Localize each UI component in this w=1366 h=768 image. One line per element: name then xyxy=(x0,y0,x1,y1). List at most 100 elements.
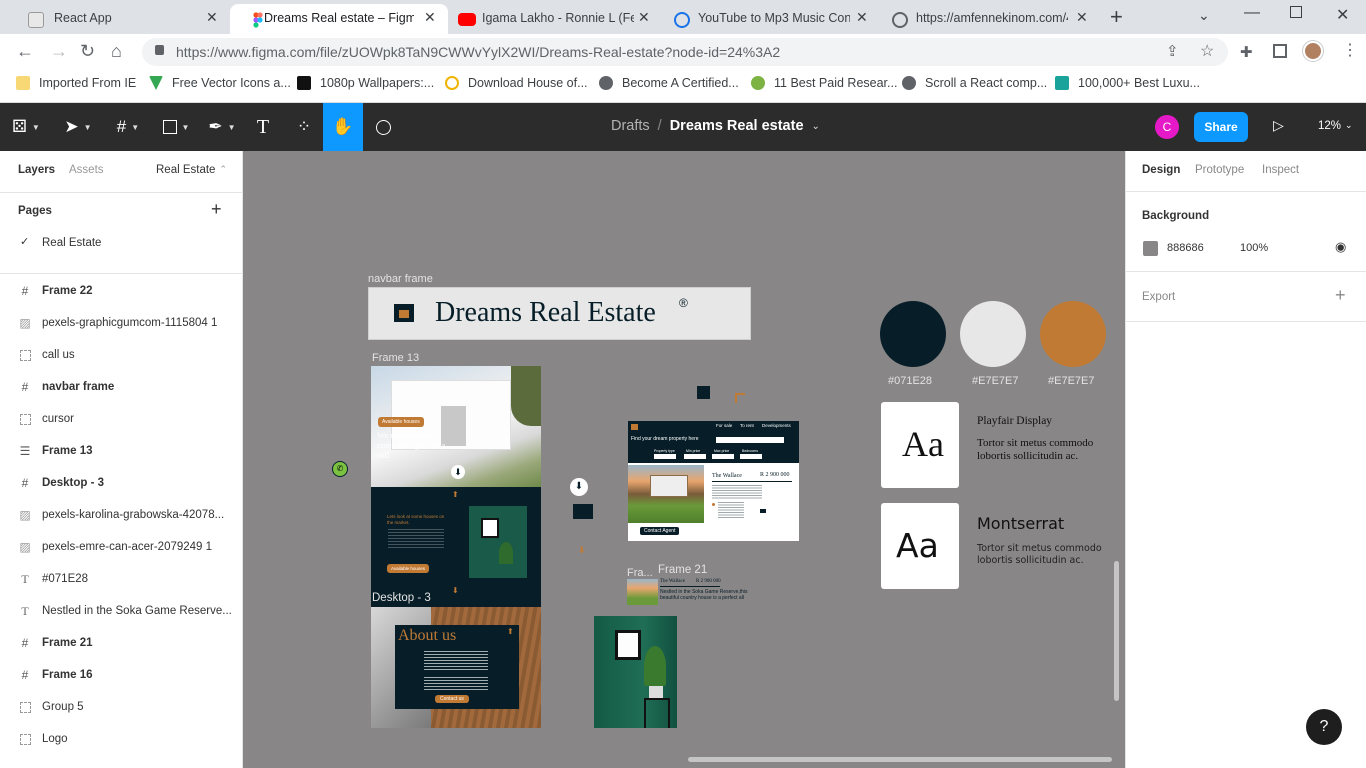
browser-tab-youtube[interactable]: Igama Lakho - Ronnie L (Feat ✕ xyxy=(448,4,662,34)
add-page-icon[interactable]: + xyxy=(211,199,222,220)
bookmark-download-house[interactable]: Download House of... xyxy=(445,76,588,90)
user-avatar[interactable]: C xyxy=(1155,115,1179,139)
back-icon[interactable]: ← xyxy=(16,42,34,60)
color-swatch-light[interactable] xyxy=(960,301,1026,367)
layer-row[interactable]: ☰ Frame 13 xyxy=(0,435,242,467)
layer-row[interactable]: ▨ pexels-karolina-grabowska-42078... xyxy=(0,499,242,531)
layer-row[interactable]: ▨ pexels-emre-can-acer-2079249 1 xyxy=(0,531,242,563)
share-page-icon[interactable]: ⇪ xyxy=(1166,42,1179,60)
close-tab-icon[interactable]: ✕ xyxy=(638,9,650,26)
text-tool-button[interactable]: T xyxy=(250,103,276,151)
frame-13[interactable]: Available houses We make dreams come tru… xyxy=(371,366,541,608)
small-corner-mark[interactable] xyxy=(735,393,745,403)
call-us-icon[interactable]: ✆ xyxy=(332,461,348,477)
small-dark-square[interactable] xyxy=(697,386,710,399)
forward-icon[interactable]: → xyxy=(50,42,68,60)
reload-icon[interactable]: ↻ xyxy=(80,42,95,60)
vertical-scrollbar[interactable] xyxy=(1114,561,1119,701)
layer-row[interactable]: Logo xyxy=(0,723,242,755)
frame-21[interactable]: The Wallace R 2 900 000 Nestled in the S… xyxy=(659,579,749,605)
font-card-playfair[interactable]: Aa xyxy=(881,402,959,488)
horizontal-scrollbar[interactable] xyxy=(688,757,1112,762)
chevron-down-icon[interactable]: ⌄ xyxy=(812,121,820,132)
resources-button[interactable]: ⁘ xyxy=(292,103,316,151)
frame-label-truncated[interactable]: Fra... xyxy=(627,567,653,579)
layer-row[interactable]: # Frame 16 xyxy=(0,659,242,691)
add-export-icon[interactable]: + xyxy=(1335,285,1346,306)
minimize-icon[interactable]: — xyxy=(1244,4,1260,22)
share-button[interactable]: Share xyxy=(1194,112,1248,142)
comment-tool-button[interactable] xyxy=(372,103,394,151)
close-tab-icon[interactable]: ✕ xyxy=(1076,9,1088,26)
color-swatch-orange[interactable] xyxy=(1040,301,1106,367)
frame-label-desktop3[interactable]: Desktop - 3 xyxy=(372,592,431,604)
navbar-frame[interactable]: Dreams Real Estate ® xyxy=(368,287,751,340)
close-tab-icon[interactable]: ✕ xyxy=(856,9,868,26)
layer-row[interactable]: # Desktop - 3 xyxy=(0,467,242,499)
design-canvas[interactable]: navbar frame Dreams Real Estate ® Frame … xyxy=(243,151,1125,768)
font-card-montserrat[interactable]: Aa xyxy=(881,503,959,589)
shape-tool-button[interactable]: ▼ xyxy=(158,103,194,151)
tab-design[interactable]: Design xyxy=(1142,164,1180,176)
bookmark-become-certified[interactable]: Become A Certified... xyxy=(599,76,739,90)
listing-frame[interactable]: For sale To rent Developments Find your … xyxy=(628,421,799,541)
profile-avatar[interactable] xyxy=(1303,41,1323,61)
breadcrumb-drafts[interactable]: Drafts xyxy=(611,118,650,134)
plant-photo[interactable] xyxy=(594,616,677,728)
page-selector[interactable]: Real Estate ⌃ xyxy=(156,164,227,176)
tab-layers[interactable]: Layers xyxy=(18,164,55,176)
menu-icon[interactable]: ⋮ xyxy=(1342,40,1358,60)
home-icon[interactable]: ⌂ xyxy=(111,42,122,60)
bookmark-11-best-paid[interactable]: 11 Best Paid Resear... xyxy=(751,76,897,90)
move-tool-button[interactable]: ➤ ▼ xyxy=(60,103,96,151)
background-opacity-input[interactable]: 100% xyxy=(1240,242,1268,254)
extensions-icon[interactable]: ✚ xyxy=(1240,43,1253,61)
close-tab-icon[interactable]: ✕ xyxy=(206,9,218,26)
browser-tab-react-app[interactable]: React App ✕ xyxy=(8,4,230,34)
bookmark-best-luxury[interactable]: 100,000+ Best Luxu... xyxy=(1055,76,1200,90)
background-hex-input[interactable]: 888686 xyxy=(1167,242,1204,254)
help-button[interactable]: ? xyxy=(1306,709,1342,745)
layer-row[interactable]: T Nestled in the Soka Game Reserve... xyxy=(0,595,242,627)
browser-tab-converter[interactable]: YouTube to Mp3 Music Conv ✕ xyxy=(664,4,880,34)
color-swatch-dark[interactable] xyxy=(880,301,946,367)
pen-tool-button[interactable]: ✒ ▼ xyxy=(204,103,240,151)
bookmark-star-icon[interactable]: ☆ xyxy=(1200,41,1214,61)
layer-row[interactable]: # Frame 21 xyxy=(0,627,242,659)
present-icon[interactable]: ▷ xyxy=(1273,117,1284,134)
layer-row[interactable]: Group 5 xyxy=(0,691,242,723)
layer-row[interactable]: ▨ pexels-graphicgumcom-1115804 1 xyxy=(0,307,242,339)
frame-label-frame13[interactable]: Frame 13 xyxy=(372,352,419,364)
arrow-down-orange-icon[interactable]: ⬇ xyxy=(578,545,586,556)
page-item-real-estate[interactable]: ✓ Real Estate xyxy=(0,229,242,257)
restore-icon[interactable] xyxy=(1290,6,1302,18)
layer-row[interactable]: # Frame 22 xyxy=(0,275,242,307)
layer-row[interactable]: call us xyxy=(0,339,242,371)
layer-row[interactable]: # navbar frame xyxy=(0,371,242,403)
bookmark-1080p-wallpapers[interactable]: 1080p Wallpapers:... xyxy=(297,76,434,90)
layer-row[interactable]: cursor xyxy=(0,403,242,435)
bookmark-free-vector-icons[interactable]: Free Vector Icons a... xyxy=(149,76,291,90)
frame-label-frame21[interactable]: Frame 21 xyxy=(658,564,707,576)
hand-tool-button[interactable]: ✋ xyxy=(323,103,363,151)
zoom-menu[interactable]: 12% ⌄ xyxy=(1318,120,1353,132)
side-panel-icon[interactable] xyxy=(1273,44,1287,58)
frame-tool-button[interactable]: # ▼ xyxy=(110,103,146,151)
file-name[interactable]: Dreams Real estate xyxy=(670,118,804,134)
background-color-swatch[interactable] xyxy=(1143,241,1158,256)
tab-inspect[interactable]: Inspect xyxy=(1262,164,1299,176)
eye-icon[interactable]: ◉ xyxy=(1335,239,1346,255)
layer-row[interactable]: T #071E28 xyxy=(0,563,242,595)
close-window-icon[interactable]: ✕ xyxy=(1336,5,1349,25)
main-menu-button[interactable]: ⚄ ▼ xyxy=(8,103,44,151)
url-field[interactable]: https://www.figma.com/file/zUOWpk8TaN9CW… xyxy=(142,38,1228,66)
tab-prototype[interactable]: Prototype xyxy=(1195,164,1244,176)
desktop-3-frame[interactable]: About us Contact us ⬆ xyxy=(371,607,541,728)
color-square-dark[interactable] xyxy=(573,504,593,519)
cursor-icon[interactable]: ⬇ xyxy=(570,478,588,496)
bookmark-imported-from-ie[interactable]: Imported From IE xyxy=(16,76,136,90)
browser-tab-amfennekinom[interactable]: https://amfennekinom.com/4 ✕ xyxy=(882,4,1098,34)
tab-search-icon[interactable]: ⌄ xyxy=(1198,7,1210,24)
close-tab-icon[interactable]: ✕ xyxy=(424,9,436,26)
new-tab-icon[interactable]: + xyxy=(1110,4,1123,30)
